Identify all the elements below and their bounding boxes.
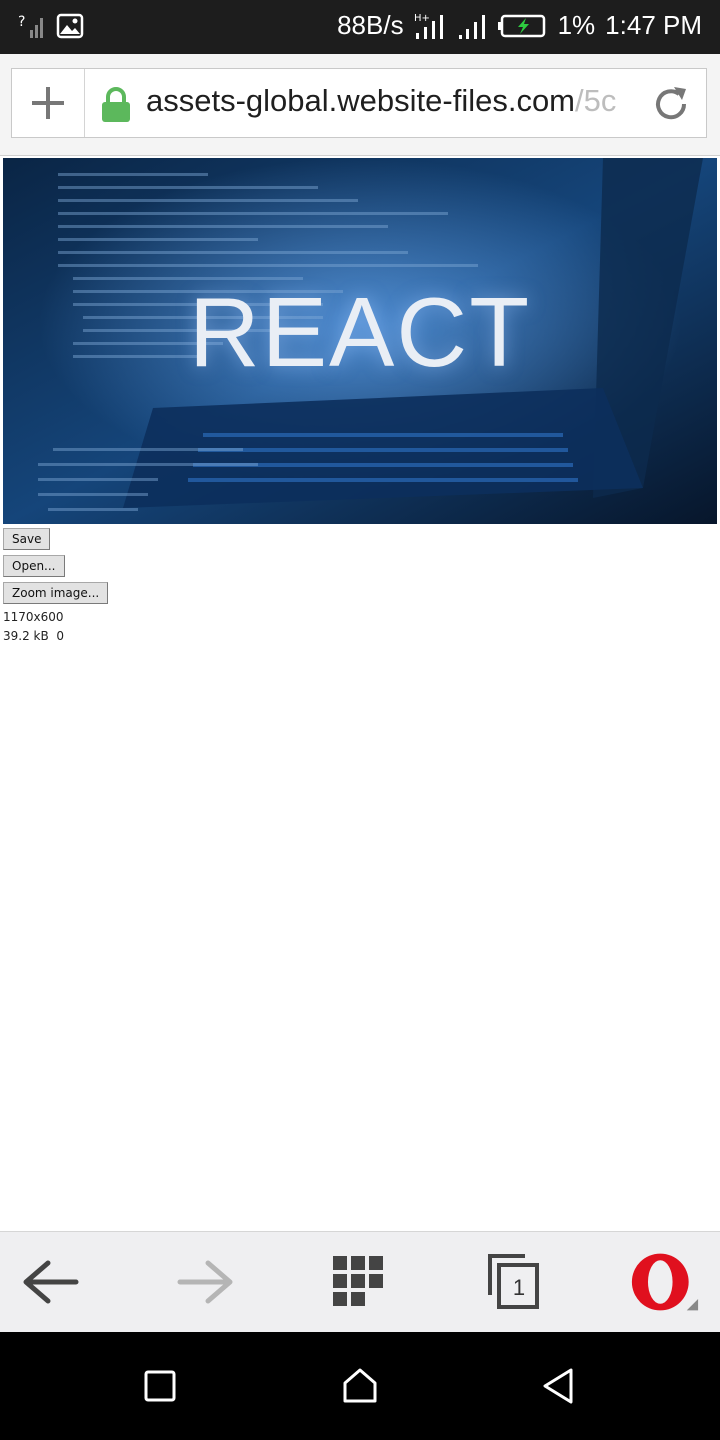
back-triangle-icon[interactable] xyxy=(533,1364,583,1408)
clock: 1:47 PM xyxy=(605,10,702,40)
network-speed: 88B/s xyxy=(337,10,404,40)
no-sim-signal-icon: ? xyxy=(18,12,46,40)
address-bar-container: assets-global.website-files.com/5c xyxy=(0,54,720,156)
lock-icon xyxy=(100,87,132,127)
react-banner-image: REACT xyxy=(3,158,717,524)
status-bar: ? 88B/s H+ 1% 1:47 PM xyxy=(0,0,720,54)
browser-toolbar: 1 xyxy=(0,1231,720,1333)
battery-percent: 1% xyxy=(557,10,596,40)
save-button[interactable]: Save xyxy=(3,528,51,550)
image-icon xyxy=(56,12,84,40)
zoom-image-button[interactable]: Zoom image... xyxy=(3,582,109,604)
image-dimensions: 1170x600 xyxy=(3,610,64,624)
open-button[interactable]: Open... xyxy=(3,555,65,577)
react-title-text: REACT xyxy=(188,277,532,387)
tab-count: 1 xyxy=(512,1275,526,1300)
hplus-signal-icon: H+ xyxy=(414,11,448,41)
tabs-icon[interactable]: 1 xyxy=(479,1250,549,1314)
battery-charging-icon xyxy=(497,13,548,39)
svg-text:?: ? xyxy=(18,14,25,30)
back-arrow-icon[interactable] xyxy=(16,1250,86,1314)
home-icon[interactable] xyxy=(335,1364,385,1408)
url-path: /5c xyxy=(575,83,617,118)
opera-menu-icon[interactable] xyxy=(630,1250,700,1314)
recents-square-icon[interactable] xyxy=(135,1364,185,1408)
reload-icon[interactable] xyxy=(650,83,692,129)
url-text[interactable]: assets-global.website-files.com/5c xyxy=(146,83,638,123)
image-size: 39.2 kB 0 xyxy=(3,629,64,643)
android-nav-bar xyxy=(0,1332,720,1440)
plus-icon[interactable] xyxy=(12,69,85,137)
url-domain: assets-global.website-files.com xyxy=(146,83,576,118)
signal-icon xyxy=(458,11,488,41)
forward-arrow-icon[interactable] xyxy=(170,1250,240,1314)
svg-text:H+: H+ xyxy=(414,13,430,24)
address-bar[interactable]: assets-global.website-files.com/5c xyxy=(11,68,707,138)
speed-dial-grid-icon[interactable] xyxy=(324,1250,394,1314)
